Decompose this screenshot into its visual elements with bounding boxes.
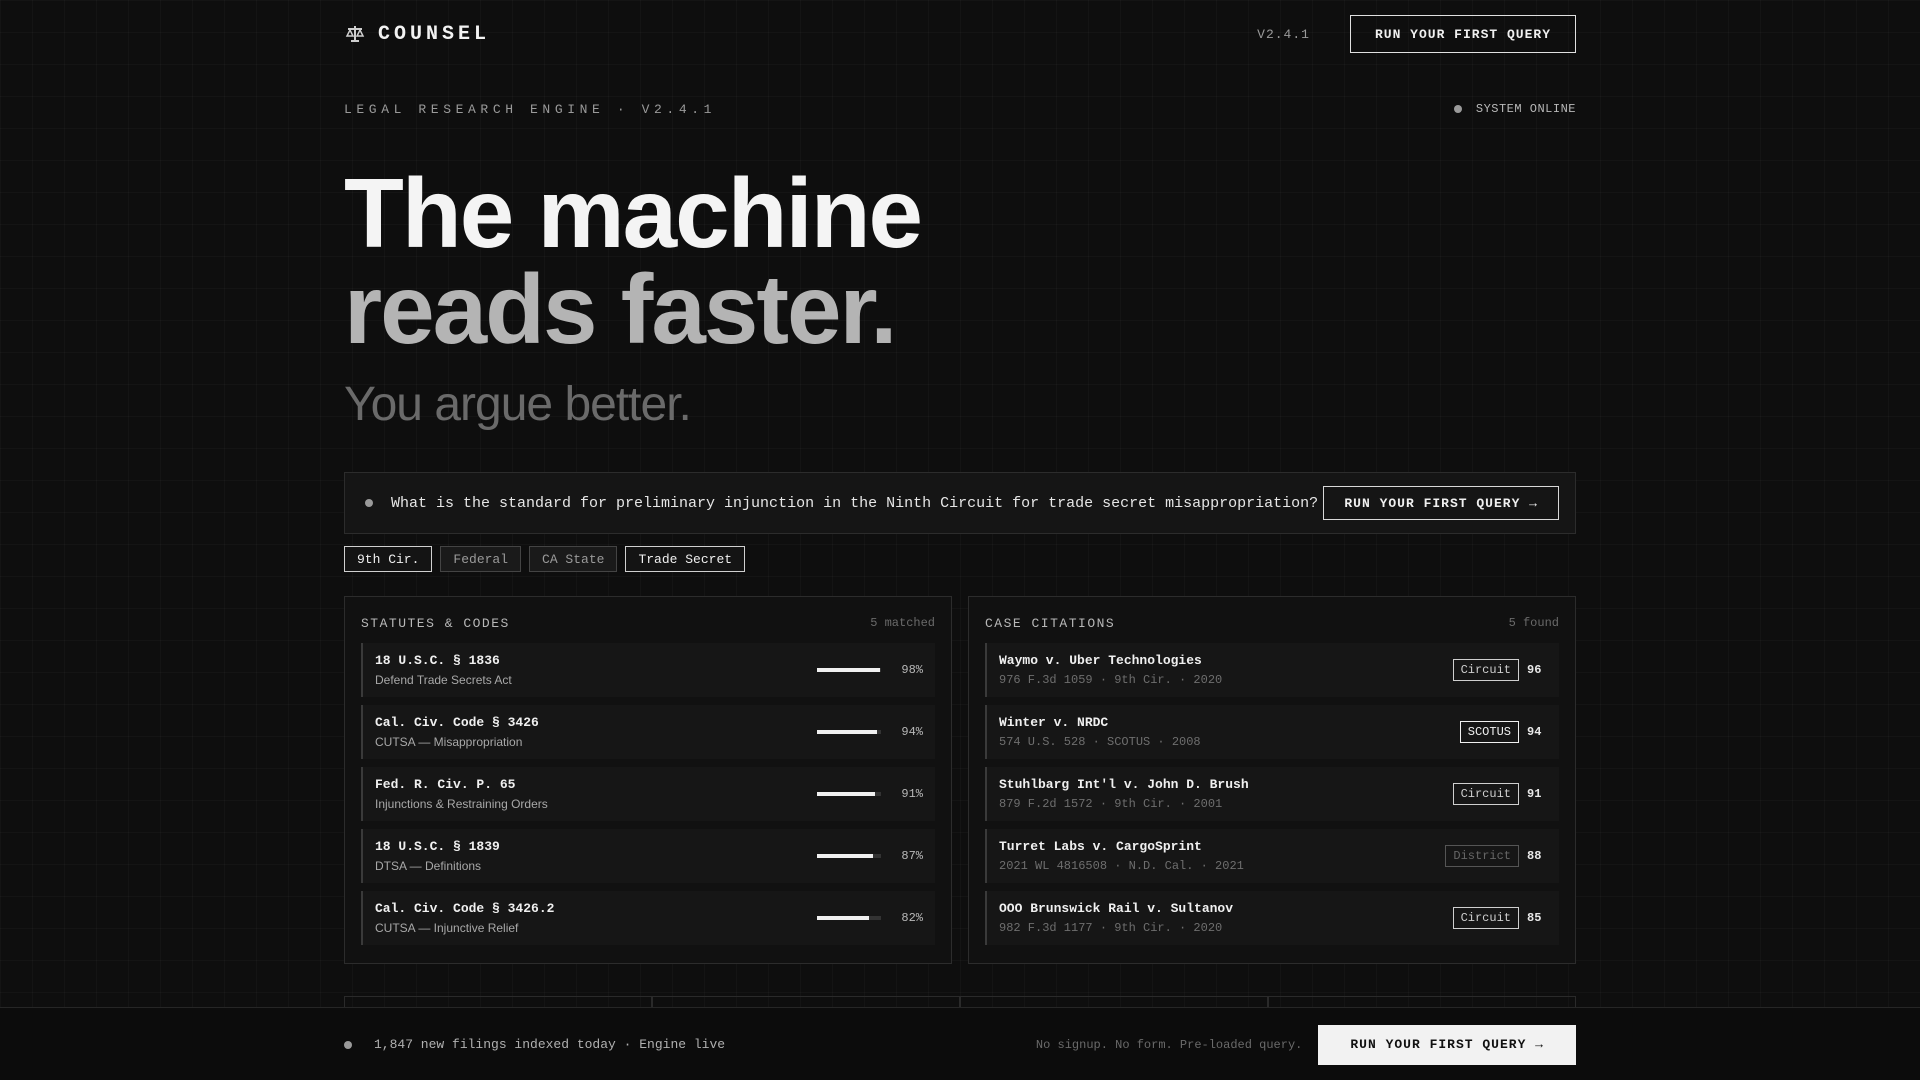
footer-note: No signup. No form. Pre-loaded query. <box>1035 1037 1303 1052</box>
statute-row[interactable]: Fed. R. Civ. P. 65 Injunctions & Restrain… <box>361 767 935 821</box>
statutes-count: 5 matched <box>870 616 935 630</box>
case-score: 91 <box>1527 787 1542 801</box>
filter-chips: 9th Cir. Federal CA State Trade Secret <box>344 546 1576 572</box>
case-row[interactable]: OOO Brunswick Rail v. Sultanov 982 F.3d 1… <box>985 891 1559 945</box>
case-name: OOO Brunswick Rail v. Sultanov <box>999 901 1234 916</box>
sticky-footer: 1,847 new filings indexed today · Engine… <box>0 1007 1920 1080</box>
case-citation: 879 F.2d 1572 · 9th Cir. · 2001 <box>999 797 1223 811</box>
case-name: Stuhlbarg Int'l v. John D. Brush <box>999 777 1249 792</box>
statute-description: Injunctions & Restraining Orders <box>375 797 548 811</box>
relevance-percent: 82% <box>901 911 923 925</box>
statute-description: Defend Trade Secrets Act <box>375 673 512 687</box>
filter-chip-9th-cir[interactable]: 9th Cir. <box>344 546 433 572</box>
hero-subheadline: You argue better. <box>344 378 692 431</box>
query-input[interactable]: What is the standard for preliminary inj… <box>391 495 1318 512</box>
case-row[interactable]: Turret Labs v. CargoSprint 2021 WL 481650… <box>985 829 1559 883</box>
case-name: Winter v. NRDC <box>999 715 1109 730</box>
relevance-bar-fill <box>817 792 876 796</box>
results-panels: STATUTES & CODES 5 matched 18 U.S.C. § 1… <box>344 596 1576 964</box>
relevance-bar-fill <box>817 668 880 672</box>
relevance-bar <box>817 730 881 734</box>
statute-code: Cal. Civ. Code § 3426 <box>375 715 539 730</box>
court-badge: SCOTUS <box>1459 721 1519 743</box>
cases-panel: CASE CITATIONS 5 found Waymo v. Uber Tec… <box>968 596 1576 964</box>
statute-code: 18 U.S.C. § 1836 <box>375 653 500 668</box>
filter-chip-federal[interactable]: Federal <box>440 546 522 572</box>
case-citation: 976 F.3d 1059 · 9th Cir. · 2020 <box>999 673 1223 687</box>
version-label: V2.4.1 <box>1257 26 1310 42</box>
hero-headline-line2: reads faster. <box>344 254 897 364</box>
filter-chip-ca-state[interactable]: CA State <box>529 546 618 572</box>
footer-status: 1,847 new filings indexed today · Engine… <box>374 1037 726 1052</box>
relevance-bar <box>817 792 881 796</box>
cases-count: 5 found <box>1508 616 1559 630</box>
scales-icon <box>344 23 366 45</box>
query-dot-icon <box>365 499 373 507</box>
statute-description: CUTSA — Injunctive Relief <box>375 921 519 935</box>
relevance-percent: 98% <box>901 663 923 677</box>
header-cta-button[interactable]: RUN YOUR FIRST QUERY <box>1349 15 1576 53</box>
case-row[interactable]: Winter v. NRDC 574 U.S. 528 · SCOTUS · 20… <box>985 705 1559 759</box>
statute-row[interactable]: 18 U.S.C. § 1839 DTSA — Definitions 87% <box>361 829 935 883</box>
case-citation: 574 U.S. 528 · SCOTUS · 2008 <box>999 735 1201 749</box>
statute-description: DTSA — Definitions <box>375 859 482 873</box>
query-bar: What is the standard for preliminary inj… <box>344 472 1576 534</box>
relevance-bar <box>817 668 881 672</box>
statute-row[interactable]: Cal. Civ. Code § 3426.2 CUTSA — Injunctiv… <box>361 891 935 945</box>
relevance-percent: 94% <box>901 725 923 739</box>
relevance-bar-fill <box>817 730 878 734</box>
case-score: 85 <box>1527 911 1542 925</box>
status-label: SYSTEM ONLINE <box>1475 102 1576 116</box>
filter-chip-trade-secret[interactable]: Trade Secret <box>625 546 746 572</box>
statute-code: 18 U.S.C. § 1839 <box>375 839 500 854</box>
statute-description: CUTSA — Misappropriation <box>375 735 523 749</box>
relevance-bar <box>817 916 881 920</box>
court-badge: Circuit <box>1452 659 1519 681</box>
footer-cta-button[interactable]: RUN YOUR FIRST QUERY → <box>1318 1024 1576 1065</box>
statutes-panel: STATUTES & CODES 5 matched 18 U.S.C. § 1… <box>344 596 952 964</box>
hero-headline-line1: The machine <box>344 158 923 268</box>
court-badge: Circuit <box>1452 907 1519 929</box>
statutes-title: STATUTES & CODES <box>361 615 510 631</box>
brand-name: COUNSEL <box>378 22 491 46</box>
case-row[interactable]: Stuhlbarg Int'l v. John D. Brush 879 F.2d… <box>985 767 1559 821</box>
eyebrow-text: LEGAL RESEARCH ENGINE · V2.4.1 <box>344 101 717 117</box>
statute-row[interactable]: 18 U.S.C. § 1836 Defend Trade Secrets Act… <box>361 643 935 697</box>
case-name: Turret Labs v. CargoSprint <box>999 839 1202 854</box>
top-header: COUNSEL V2.4.1 RUN YOUR FIRST QUERY <box>344 0 1576 68</box>
relevance-percent: 87% <box>901 849 923 863</box>
relevance-percent: 91% <box>901 787 923 801</box>
case-name: Waymo v. Uber Technologies <box>999 653 1202 668</box>
case-citation: 982 F.3d 1177 · 9th Cir. · 2020 <box>999 921 1223 935</box>
relevance-bar-fill <box>817 916 870 920</box>
relevance-bar-fill <box>817 854 873 858</box>
case-citation: 2021 WL 4816508 · N.D. Cal. · 2021 <box>999 859 1244 873</box>
relevance-bar <box>817 854 881 858</box>
status-dot-icon <box>1453 105 1462 113</box>
statute-row[interactable]: Cal. Civ. Code § 3426 CUTSA — Misappropri… <box>361 705 935 759</box>
case-score: 88 <box>1527 849 1542 863</box>
hero: The machine reads faster. You argue bett… <box>344 158 1576 432</box>
statute-code: Fed. R. Civ. P. 65 <box>375 777 516 792</box>
court-badge: District <box>1445 845 1519 867</box>
system-status: SYSTEM ONLINE <box>1453 102 1576 116</box>
live-dot-icon <box>344 1040 352 1049</box>
case-row[interactable]: Waymo v. Uber Technologies 976 F.3d 1059 … <box>985 643 1559 697</box>
court-badge: Circuit <box>1452 783 1519 805</box>
eyebrow-row: LEGAL RESEARCH ENGINE · V2.4.1 SYSTEM ON… <box>344 98 1576 120</box>
case-score: 96 <box>1527 663 1542 677</box>
case-score: 94 <box>1527 725 1542 739</box>
statute-code: Cal. Civ. Code § 3426.2 <box>375 901 555 916</box>
brand[interactable]: COUNSEL <box>344 23 490 46</box>
cases-title: CASE CITATIONS <box>985 615 1116 631</box>
run-query-button[interactable]: RUN YOUR FIRST QUERY → <box>1323 486 1559 520</box>
